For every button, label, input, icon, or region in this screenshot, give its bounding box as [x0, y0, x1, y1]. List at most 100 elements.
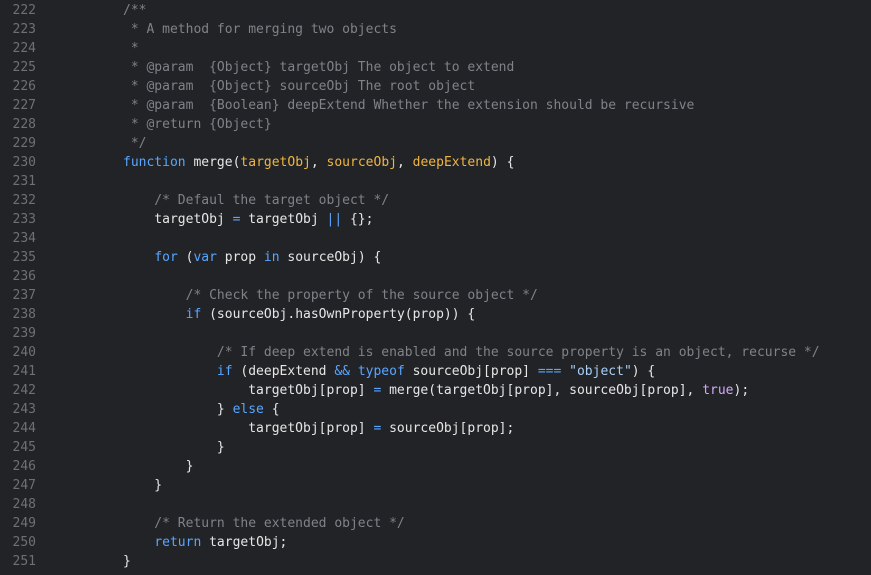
code-token: /* If deep extend is enabled and the sou… — [123, 345, 820, 360]
code-token: } — [123, 478, 163, 493]
code-line[interactable]: 234 — [0, 229, 871, 248]
line-code: targetObj[prop] = merge(targetObj[prop],… — [36, 381, 749, 400]
code-token: prop — [216, 250, 264, 265]
code-line[interactable]: 250 return targetObj; — [0, 533, 871, 552]
code-editor[interactable]: 222 /** 223 * A method for merging two obj… — [0, 0, 871, 575]
line-number: 228 — [12, 117, 36, 132]
code-token: targetObj[prop] — [123, 383, 374, 398]
code-line[interactable]: 240 /* If deep extend is enabled and the… — [0, 343, 871, 362]
line-number: 233 — [12, 212, 36, 227]
line-code: /* Return the extended object */ — [36, 514, 404, 533]
line-number: 236 — [12, 269, 36, 284]
code-token: in — [263, 250, 280, 265]
code-line[interactable]: 244 targetObj[prop] = sourceObj[prop]; — [0, 419, 871, 438]
code-line[interactable]: 232 /* Defaul the target object */ — [0, 191, 871, 210]
line-number: 222 — [12, 3, 36, 18]
line-number: 225 — [12, 60, 36, 75]
code-line[interactable]: 231 — [0, 172, 871, 191]
code-line[interactable]: 226 * @param {Object} sourceObj The root… — [0, 77, 871, 96]
line-code: } else { — [36, 400, 280, 419]
code-token: * — [123, 41, 139, 56]
line-code: targetObj = targetObj || {}; — [36, 210, 373, 229]
line-code: } — [36, 438, 225, 457]
code-line[interactable]: 229 */ — [0, 134, 871, 153]
line-code: /* If deep extend is enabled and the sou… — [36, 343, 820, 362]
code-line[interactable]: 237 /* Check the property of the source … — [0, 286, 871, 305]
code-token: } — [123, 459, 194, 474]
code-line[interactable]: 223 * A method for merging two objects — [0, 20, 871, 39]
code-token: /* Defaul the target object */ — [123, 193, 390, 208]
line-number: 246 — [12, 459, 36, 474]
line-number: 239 — [12, 326, 36, 341]
code-token: (sourceObj.hasOwnProperty(prop)) { — [201, 307, 476, 322]
line-number: 223 — [12, 22, 36, 37]
code-line[interactable]: 247 } — [0, 476, 871, 495]
line-code: * @param {Object} targetObj The object t… — [36, 58, 515, 77]
code-token: === — [537, 364, 562, 379]
code-token: /* Check the property of the source obje… — [123, 288, 538, 303]
code-line[interactable]: 225 * @param {Object} targetObj The obje… — [0, 58, 871, 77]
code-line[interactable]: 241 if (deepExtend && typeof sourceObj[p… — [0, 362, 871, 381]
line-code: if (sourceObj.hasOwnProperty(prop)) { — [36, 305, 476, 324]
line-code: * @param {Object} sourceObj The root obj… — [36, 77, 475, 96]
line-number: 235 — [12, 250, 36, 265]
code-token: || — [326, 212, 343, 227]
code-token: * @return {Object} — [123, 117, 272, 132]
line-number: 240 — [12, 345, 36, 360]
code-token: if — [216, 364, 233, 379]
code-token: targetObj[prop] — [123, 421, 374, 436]
code-token: sourceObj — [326, 155, 397, 170]
code-line[interactable]: 230 function merge(targetObj, sourceObj, … — [0, 153, 871, 172]
code-token: * @param {Object} targetObj The object t… — [123, 60, 515, 75]
line-code: } — [36, 476, 162, 495]
code-token: ( — [177, 250, 194, 265]
code-token: && — [334, 364, 350, 379]
code-line[interactable]: 224 * — [0, 39, 871, 58]
code-line[interactable]: 222 /** — [0, 1, 871, 20]
code-line[interactable]: 238 if (sourceObj.hasOwnProperty(prop)) … — [0, 305, 871, 324]
code-token: , — [396, 155, 413, 170]
code-token: var — [193, 250, 217, 265]
code-line[interactable]: 236 — [0, 267, 871, 286]
code-token: sourceObj[prop] — [404, 364, 538, 379]
line-code: */ — [36, 134, 147, 153]
code-token: true — [702, 383, 734, 398]
line-number: 245 — [12, 440, 36, 455]
code-line[interactable]: 242 targetObj[prop] = merge(targetObj[pr… — [0, 381, 871, 400]
code-token: /** — [123, 3, 147, 18]
code-token: deepExtend — [412, 155, 491, 170]
code-line[interactable]: 249 /* Return the extended object */ — [0, 514, 871, 533]
line-number: 229 — [12, 136, 36, 151]
code-token: typeof — [357, 364, 405, 379]
code-token: */ — [123, 136, 147, 151]
line-code: return targetObj; — [36, 533, 287, 552]
code-token: ) { — [490, 155, 515, 170]
line-code: } — [36, 457, 194, 476]
line-number: 227 — [12, 98, 36, 113]
line-number: 242 — [12, 383, 36, 398]
code-line[interactable]: 228 * @return {Object} — [0, 115, 871, 134]
code-token: "object" — [569, 364, 632, 379]
code-line[interactable]: 248 — [0, 495, 871, 514]
code-line[interactable]: 245 } — [0, 438, 871, 457]
code-line[interactable]: 246 } — [0, 457, 871, 476]
code-token: { — [263, 402, 280, 417]
code-line[interactable]: 251} — [0, 552, 871, 571]
code-line[interactable]: 243 } else { — [0, 400, 871, 419]
code-token: * A method for merging two objects — [123, 22, 397, 37]
line-code: * — [36, 39, 139, 58]
code-line[interactable]: 239 — [0, 324, 871, 343]
line-code: * @param {Boolean} deepExtend Whether th… — [36, 96, 695, 115]
code-token: return — [154, 535, 202, 550]
code-line[interactable]: 233 targetObj = targetObj || {}; — [0, 210, 871, 229]
code-line[interactable]: 235 for (var prop in sourceObj) { — [0, 248, 871, 267]
line-code: if (deepExtend && typeof sourceObj[prop]… — [36, 362, 655, 381]
code-line[interactable]: 227 * @param {Boolean} deepExtend Whethe… — [0, 96, 871, 115]
code-token: if — [185, 307, 202, 322]
